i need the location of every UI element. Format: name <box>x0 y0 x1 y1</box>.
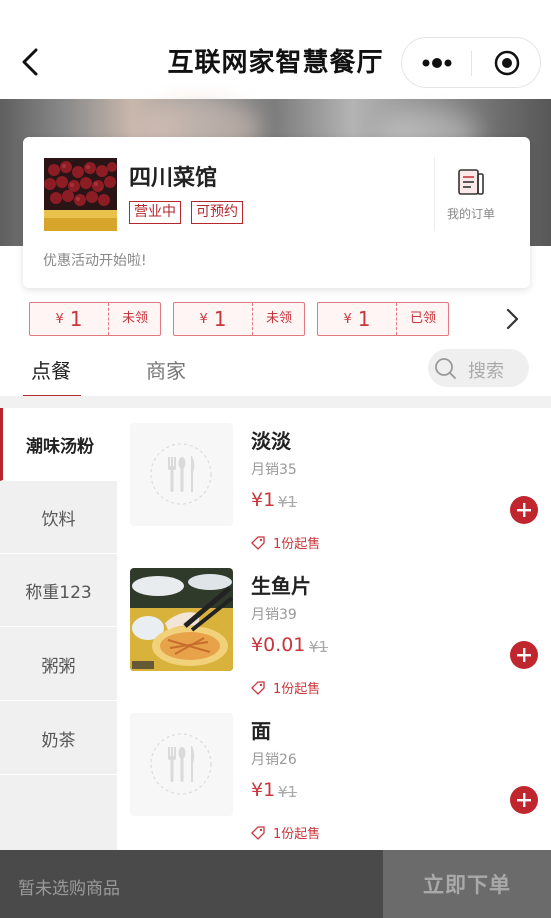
coupon-status: 未领 <box>265 311 292 326</box>
cutlery-icon <box>150 443 212 505</box>
shop-name: 四川菜馆 <box>129 166 218 191</box>
coupon-amount: ¥1 <box>199 307 227 331</box>
product-item[interactable]: 淡淡 月销35 ¥1 ¥1 1份起售 <box>130 423 540 563</box>
add-to-cart-button[interactable] <box>510 641 538 669</box>
product-image-placeholder <box>130 423 233 526</box>
min-quantity-text: 1份起售 <box>273 682 321 697</box>
min-quantity-text: 1份起售 <box>273 537 321 552</box>
shop-thumbnail <box>44 158 117 231</box>
tab-order[interactable]: 点餐 <box>31 355 71 384</box>
order-document-icon <box>458 169 484 195</box>
product-sales: 月销35 <box>251 462 297 478</box>
close-miniprogram-button[interactable] <box>492 48 522 78</box>
min-quantity-note: 1份起售 <box>251 823 320 842</box>
chevron-right-icon <box>506 308 519 330</box>
miniprogram-capsule <box>401 37 541 88</box>
coupon-amount: ¥1 <box>55 307 83 331</box>
tag-icon <box>251 825 265 840</box>
min-quantity-text: 1份起售 <box>273 827 321 842</box>
plus-icon <box>517 648 531 662</box>
coupon-status: 未领 <box>121 311 148 326</box>
category-item[interactable]: 称重123 <box>0 554 117 627</box>
cutlery-icon <box>150 733 212 795</box>
category-item[interactable]: 潮味汤粉 <box>0 408 117 481</box>
product-item[interactable]: 面 月销26 ¥1 ¥1 1份起售 <box>130 713 540 853</box>
more-options-button[interactable] <box>420 50 454 76</box>
product-item[interactable]: 生鱼片 月销39 ¥0.01 ¥1 1份起售 <box>130 568 540 708</box>
add-to-cart-button[interactable] <box>510 786 538 814</box>
tag-icon <box>251 535 265 550</box>
min-quantity-note: 1份起售 <box>251 533 320 552</box>
search-input[interactable]: 搜索 <box>428 349 529 387</box>
product-price: ¥1 <box>251 779 276 801</box>
plus-icon <box>517 793 531 807</box>
category-sidebar: 潮味汤粉 饮料 称重123 粥粥 奶茶 <box>0 408 117 850</box>
add-to-cart-button[interactable] <box>510 496 538 524</box>
product-original-price: ¥1 <box>309 638 329 656</box>
product-name: 面 <box>251 719 271 743</box>
tab-merchant[interactable]: 商家 <box>146 355 186 384</box>
coupon-item[interactable]: ¥1 未领 <box>173 302 305 336</box>
checkout-button[interactable]: 立即下单 <box>383 850 551 918</box>
cart-empty-text: 暂未选购商品 <box>18 879 120 899</box>
tag-icon <box>251 680 265 695</box>
product-sales: 月销39 <box>251 607 297 623</box>
nav-bar: 互联网家智慧餐厅 <box>0 0 551 99</box>
product-original-price: ¥1 <box>278 493 298 511</box>
coupon-item[interactable]: ¥1 未领 <box>29 302 161 336</box>
plus-icon <box>517 503 531 517</box>
product-name: 生鱼片 <box>251 574 311 598</box>
target-icon <box>494 50 520 76</box>
search-placeholder: 搜索 <box>468 361 504 382</box>
tab-bar: 点餐 商家 搜索 <box>0 345 551 397</box>
search-icon <box>435 358 456 379</box>
min-quantity-note: 1份起售 <box>251 678 320 697</box>
product-image <box>130 568 233 671</box>
category-item[interactable]: 奶茶 <box>0 702 117 775</box>
more-dots-icon <box>422 58 452 68</box>
product-sales: 月销26 <box>251 752 297 768</box>
category-item[interactable]: 粥粥 <box>0 628 117 701</box>
card-divider <box>434 157 435 231</box>
cart-bar: 暂未选购商品 立即下单 <box>0 850 551 918</box>
my-orders-label: 我的订单 <box>446 207 495 221</box>
product-original-price: ¥1 <box>278 783 298 801</box>
coupon-amount: ¥1 <box>343 307 371 331</box>
coupon-status: 已领 <box>409 311 436 326</box>
product-image-placeholder <box>130 713 233 816</box>
product-price: ¥1 <box>251 489 276 511</box>
category-item[interactable]: 饮料 <box>0 481 117 554</box>
section-divider <box>0 396 551 408</box>
product-name: 淡淡 <box>251 429 291 453</box>
product-price: ¥0.01 <box>251 634 306 656</box>
my-orders-button[interactable]: 我的订单 <box>441 167 501 222</box>
coupon-item[interactable]: ¥1 已领 <box>317 302 449 336</box>
coupon-more-button[interactable] <box>500 305 524 333</box>
promo-text: 优惠活动开始啦! <box>43 253 147 269</box>
capsule-divider <box>471 51 472 76</box>
status-badge-reservable: 可预约 <box>191 201 243 224</box>
shop-card: 四川菜馆 营业中 可预约 我的订单 优惠活动开始啦! <box>23 137 530 288</box>
status-badge-open: 营业中 <box>129 201 181 224</box>
